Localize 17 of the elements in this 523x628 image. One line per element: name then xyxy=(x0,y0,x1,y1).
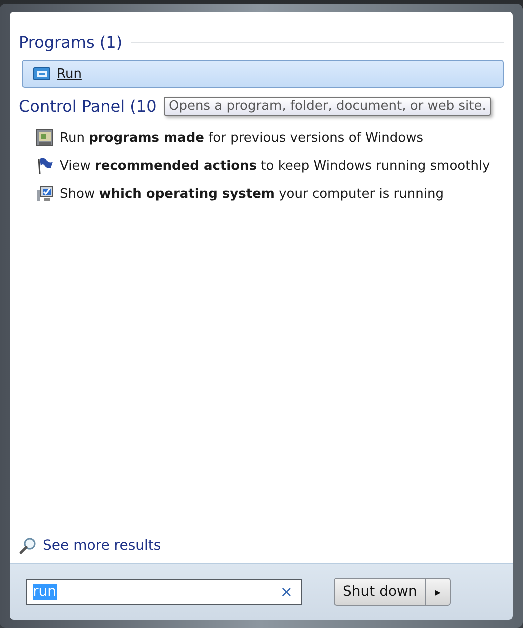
group-heading: Control Panel (10 xyxy=(19,96,157,116)
monitor-icon xyxy=(36,185,54,203)
clear-button[interactable]: × xyxy=(280,583,293,601)
search-icon xyxy=(19,537,37,555)
result-item[interactable]: View recommended actions to keep Windows running smoothly xyxy=(19,152,504,180)
group-heading: Programs (1) xyxy=(19,32,123,52)
tooltip: Opens a program, folder, document, or web site. xyxy=(164,97,492,116)
window-icon xyxy=(33,67,51,81)
window-icon xyxy=(36,129,54,147)
search-field[interactable]: run × xyxy=(26,579,302,605)
shut-down-button[interactable]: Shut down xyxy=(334,578,426,606)
result-item[interactable]: Show which operating system your computer is running xyxy=(19,180,504,208)
result-item[interactable]: Run programs made for previous versions of Windows xyxy=(19,124,504,152)
flag-icon xyxy=(36,157,54,175)
result-item[interactable]: Run xyxy=(22,60,504,88)
shut-down-options-button[interactable]: ▸ xyxy=(426,578,451,606)
see-more-link[interactable]: See more results xyxy=(43,538,162,554)
